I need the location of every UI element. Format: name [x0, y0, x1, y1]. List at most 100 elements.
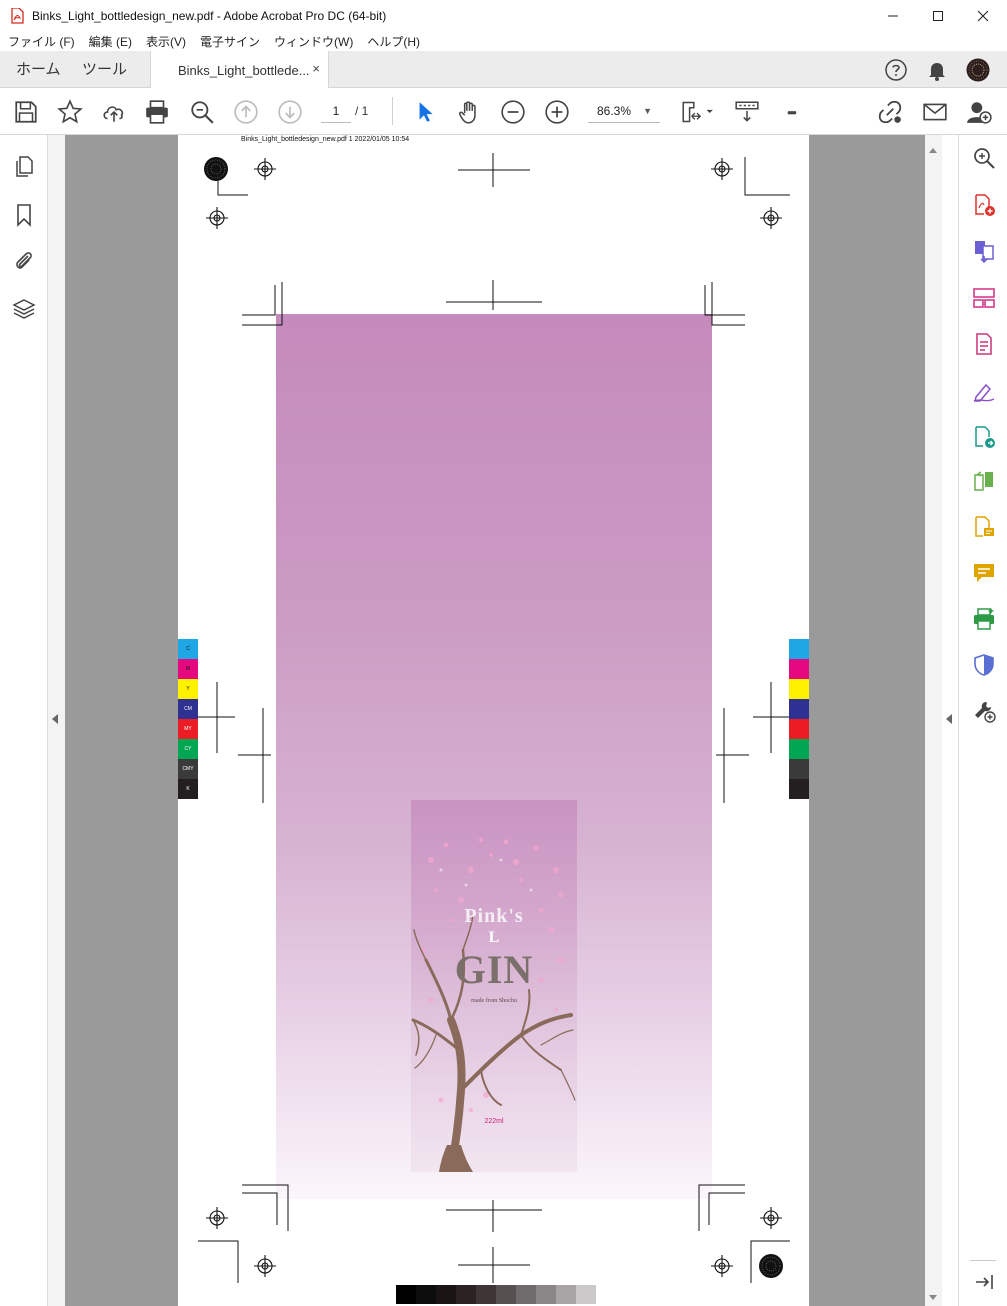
combine-files-icon[interactable]: [972, 239, 996, 263]
fill-sign-icon[interactable]: [972, 379, 996, 403]
scroll-mode-icon[interactable]: [734, 99, 760, 125]
right-color-bar: [789, 739, 809, 759]
right-color-bar: [789, 779, 809, 799]
close-window-button[interactable]: [960, 0, 1006, 31]
gray-step-swatch: [496, 1285, 516, 1304]
request-signatures-icon[interactable]: [972, 515, 996, 539]
search-zoom-tool-icon[interactable]: [972, 146, 996, 170]
left-navigation-pane: [0, 135, 48, 1306]
bookmark-star-icon[interactable]: [57, 99, 83, 125]
menu-esign[interactable]: 電子サイン: [200, 33, 260, 50]
acrobat-app-icon: [11, 7, 24, 24]
next-page-icon[interactable]: [277, 99, 303, 125]
search-zoom-icon[interactable]: [189, 99, 215, 125]
tab-bar: ホーム ツール Binks_Light_bottlede... ×: [0, 51, 1007, 89]
minimize-button[interactable]: [870, 0, 916, 31]
bookmarks-icon[interactable]: [12, 203, 36, 227]
scroll-up-arrow-icon[interactable]: [929, 148, 937, 153]
color-bar-magenta: M: [178, 659, 198, 679]
gray-step-swatch: [456, 1285, 476, 1304]
right-color-bar: [789, 639, 809, 659]
menu-bar: ファイル (F) 編集 (E) 表示(V) 電子サイン ウィンドウ(W) ヘルプ…: [0, 31, 1007, 51]
collapse-tools-pane-icon[interactable]: [972, 1270, 996, 1294]
gray-step-swatch: [476, 1285, 496, 1304]
print-icon[interactable]: [144, 99, 170, 125]
gray-step-swatch: [536, 1285, 556, 1304]
main-toolbar: 1 / 1 86.3% ▼ •••: [0, 88, 1007, 135]
toolbar-divider: [392, 97, 393, 125]
color-bar-my: MY: [178, 719, 198, 739]
page-fit-icon[interactable]: [679, 99, 715, 125]
color-bar-black: K: [178, 779, 198, 799]
collapse-left-pane-icon[interactable]: [52, 714, 58, 724]
minimize-icon: [888, 15, 898, 16]
right-color-bar: [789, 659, 809, 679]
more-tools-wrench-icon[interactable]: [972, 699, 996, 723]
maximize-button[interactable]: [915, 0, 961, 31]
printer-marks: [178, 153, 809, 1283]
document-viewport[interactable]: Binks_Light_bottledesign_new.pdf 1 2022/…: [65, 135, 925, 1306]
add-user-icon[interactable]: [966, 99, 992, 125]
notifications-bell-icon[interactable]: [925, 58, 949, 82]
gray-step-swatch: [416, 1285, 436, 1304]
protect-shield-icon[interactable]: [972, 653, 996, 677]
right-color-bar: [789, 759, 809, 779]
zoom-level-value: 86.3%: [597, 104, 632, 118]
menu-help[interactable]: ヘルプ(H): [367, 33, 420, 50]
layers-icon[interactable]: [12, 297, 36, 321]
right-color-bar: [789, 719, 809, 739]
attachments-paperclip-icon[interactable]: [12, 249, 36, 273]
email-icon[interactable]: [922, 99, 948, 125]
compare-files-icon[interactable]: [972, 469, 996, 493]
print-production-icon[interactable]: [972, 607, 996, 631]
zoom-out-icon[interactable]: [500, 99, 526, 125]
help-icon[interactable]: [884, 58, 908, 82]
close-tab-button[interactable]: ×: [312, 61, 320, 76]
color-bar-cm: CM: [178, 699, 198, 719]
page-number-input[interactable]: 1: [321, 99, 351, 123]
tab-tools[interactable]: ツール: [82, 51, 127, 88]
select-cursor-icon[interactable]: [412, 99, 438, 125]
organize-pages-icon[interactable]: [972, 286, 996, 310]
zoom-in-icon[interactable]: [544, 99, 570, 125]
user-avatar[interactable]: [966, 58, 990, 82]
zoom-level-select[interactable]: 86.3% ▼: [588, 99, 660, 123]
export-pdf-icon[interactable]: [972, 425, 996, 449]
tab-document[interactable]: Binks_Light_bottlede... ×: [150, 51, 329, 89]
right-tools-pane: [958, 135, 1007, 1306]
window-title: Binks_Light_bottledesign_new.pdf - Adobe…: [32, 8, 387, 23]
comment-icon[interactable]: [972, 561, 996, 585]
tools-pane-divider: [970, 1260, 996, 1261]
gray-step-swatch: [556, 1285, 576, 1304]
hand-pan-icon[interactable]: [456, 99, 482, 125]
right-color-bar: [789, 699, 809, 719]
scroll-down-arrow-icon[interactable]: [929, 1295, 937, 1300]
more-tools-button[interactable]: •••: [778, 99, 804, 125]
tab-home[interactable]: ホーム: [16, 51, 61, 88]
page-thumbnails-icon[interactable]: [12, 155, 36, 179]
color-bar-cyan: C: [178, 639, 198, 659]
cloud-upload-icon[interactable]: [101, 99, 127, 125]
chevron-down-icon: ▼: [643, 106, 652, 116]
edit-pdf-icon[interactable]: [972, 332, 996, 356]
gray-step-swatch: [576, 1285, 596, 1304]
menu-view[interactable]: 表示(V): [146, 33, 186, 50]
create-pdf-icon[interactable]: [972, 193, 996, 217]
vertical-scrollbar[interactable]: [925, 135, 942, 1306]
menu-edit[interactable]: 編集 (E): [89, 33, 132, 50]
title-bar: Binks_Light_bottledesign_new.pdf - Adobe…: [0, 0, 1007, 31]
page-total: / 1: [355, 104, 369, 118]
share-link-icon[interactable]: [877, 99, 903, 125]
previous-page-icon[interactable]: [233, 99, 259, 125]
save-icon[interactable]: [13, 99, 39, 125]
gray-step-swatch: [436, 1285, 456, 1304]
color-bar-cy: CY: [178, 739, 198, 759]
gray-step-swatch: [396, 1285, 416, 1304]
gray-step-swatch: [516, 1285, 536, 1304]
menu-file[interactable]: ファイル (F): [8, 33, 75, 50]
menu-window[interactable]: ウィンドウ(W): [274, 33, 353, 50]
document-tab-label: Binks_Light_bottlede...: [178, 63, 310, 78]
right-color-bar: [789, 679, 809, 699]
collapse-right-pane-icon[interactable]: [946, 714, 952, 724]
close-icon: [977, 10, 989, 21]
